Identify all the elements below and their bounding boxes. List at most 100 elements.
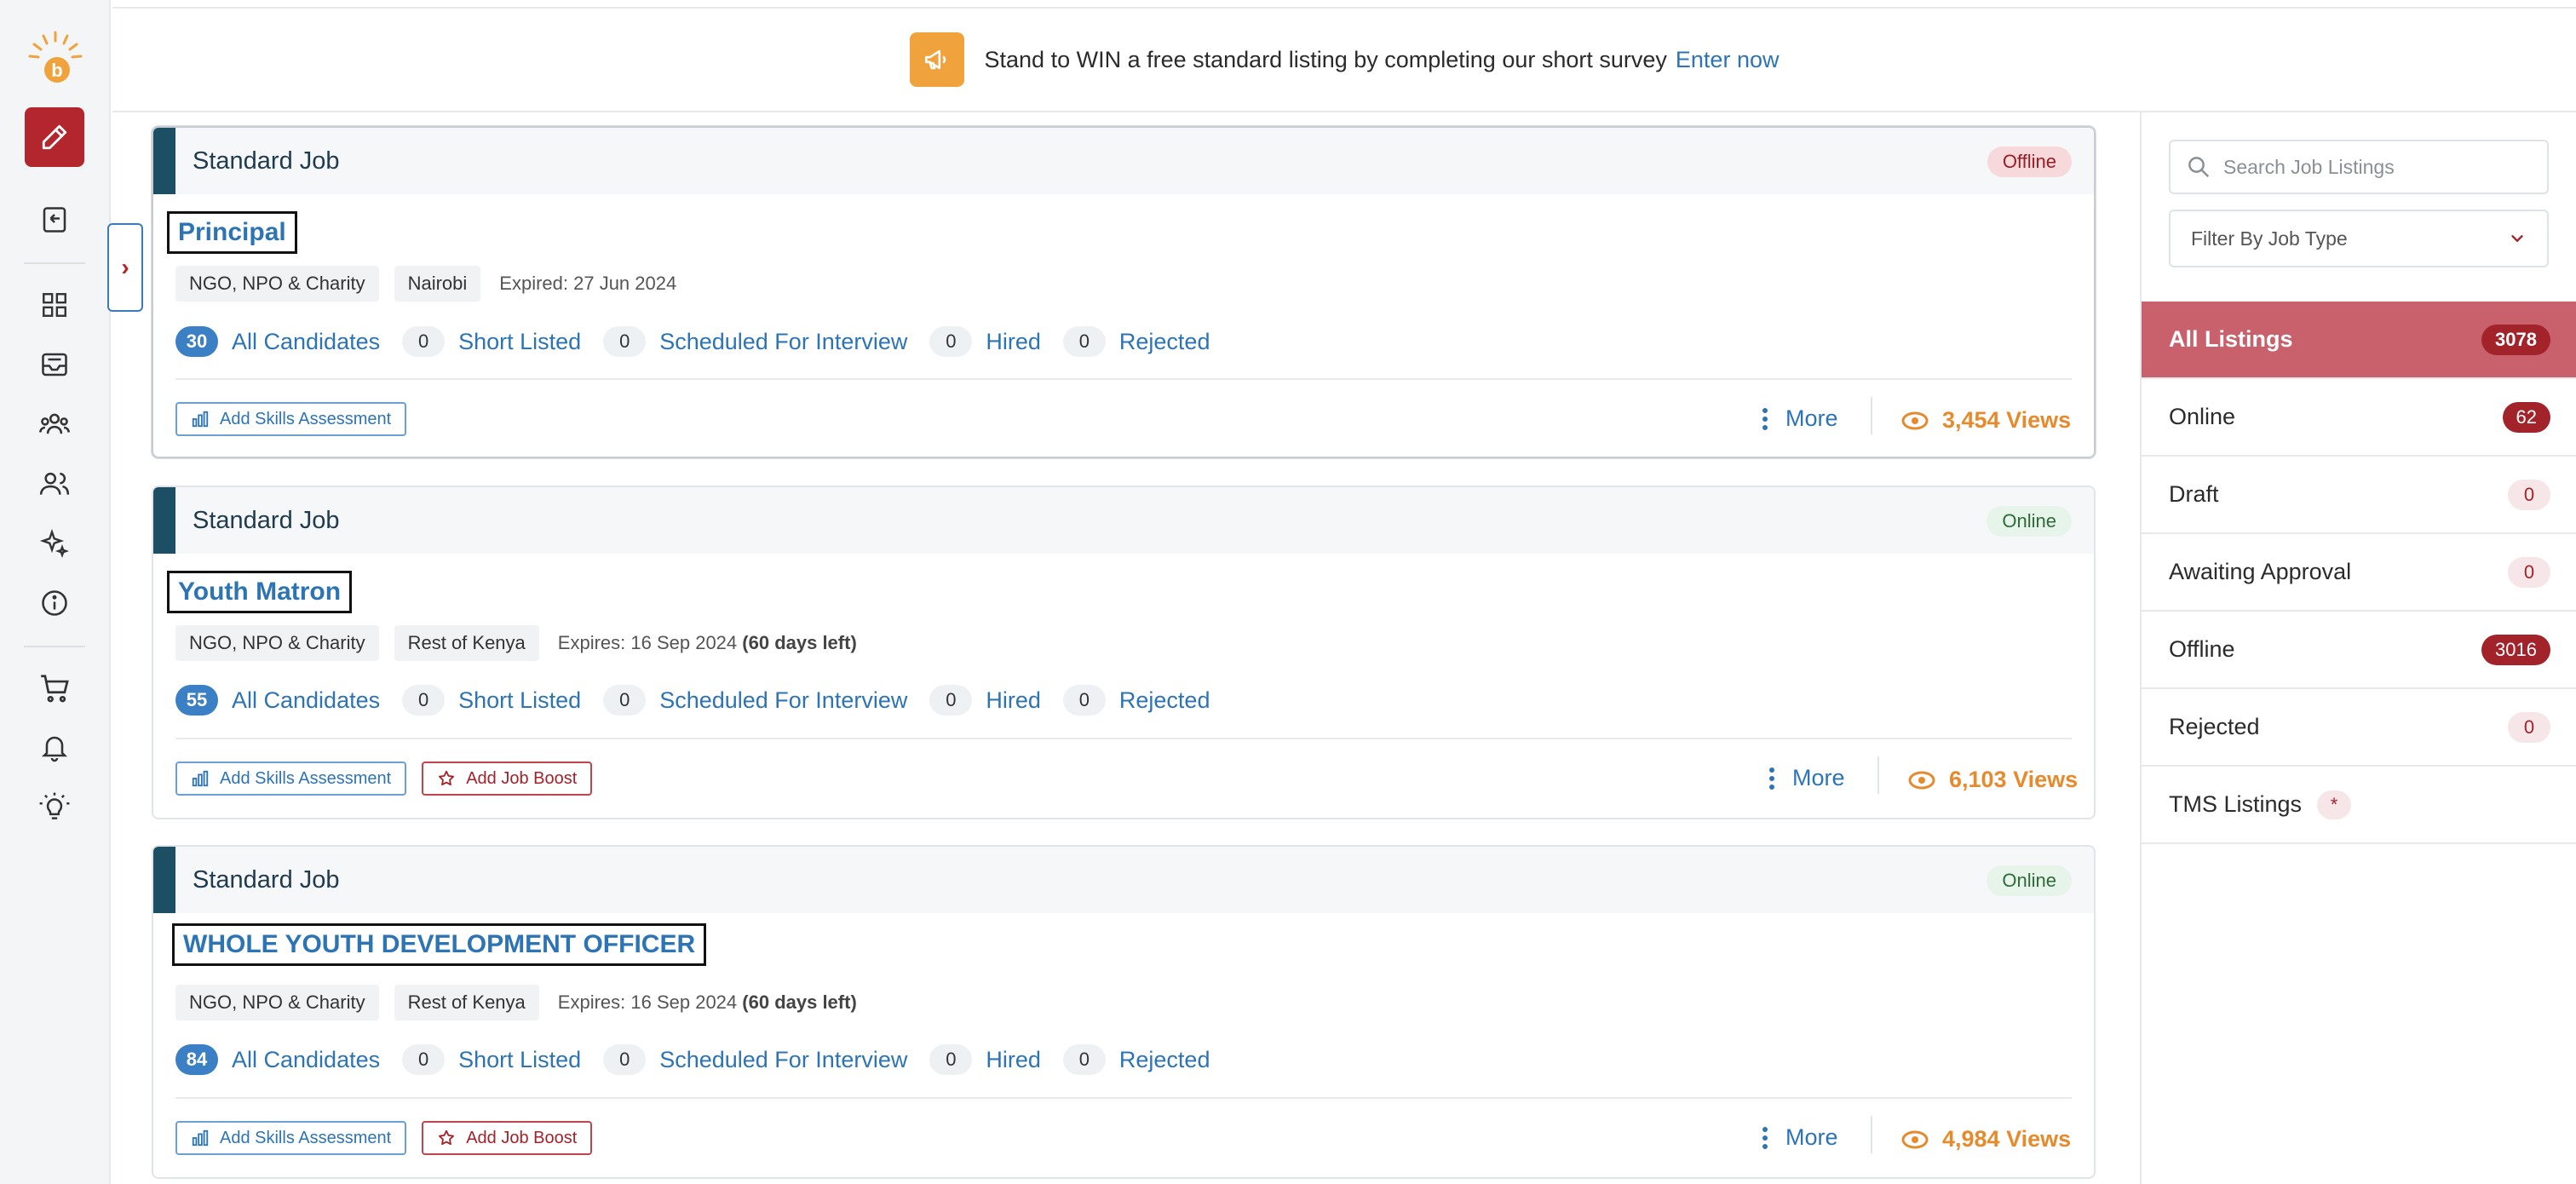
interview-count[interactable]: 0 <box>603 326 647 357</box>
listing-count: * <box>2317 790 2352 819</box>
category-tag: NGO, NPO & Charity <box>175 266 379 302</box>
team-icon[interactable] <box>36 405 73 443</box>
job-history-icon[interactable] <box>36 201 73 239</box>
job-title[interactable]: Principal <box>167 211 297 254</box>
enter-now-link[interactable]: Enter now <box>1676 47 1780 73</box>
actions-separator <box>1871 397 1872 434</box>
add-skills-assessment-button[interactable]: Add Skills Assessment <box>175 402 407 436</box>
kebab-menu-icon <box>1762 407 1768 430</box>
listing-filter-tms[interactable]: TMS Listings * <box>2142 767 2576 844</box>
listing-label: Online <box>2169 404 2236 429</box>
status-badge: Online <box>1987 506 2072 537</box>
listing-count: 0 <box>2508 711 2550 743</box>
short-listed-link[interactable]: Short Listed <box>458 329 581 355</box>
all-candidates-count[interactable]: 55 <box>175 685 218 716</box>
all-candidates-count[interactable]: 30 <box>175 326 218 357</box>
job-card: Standard Job Online Youth Matron NGO, NP… <box>152 486 2096 819</box>
rejected-link[interactable]: Rejected <box>1119 329 1210 355</box>
bell-icon[interactable] <box>36 729 73 767</box>
search-box[interactable]: Search Job Listings <box>2169 140 2549 194</box>
cart-icon[interactable] <box>36 670 73 707</box>
listings-list: All Listings 3078 Online 62 Draft 0 Awai… <box>2142 302 2576 844</box>
hired-link[interactable]: Hired <box>986 687 1041 714</box>
scheduled-interview-link[interactable]: Scheduled For Interview <box>659 1047 907 1073</box>
all-candidates-link[interactable]: All Candidates <box>232 1047 380 1073</box>
job-card-header: Standard Job Online <box>153 487 2094 554</box>
rejected-link[interactable]: Rejected <box>1119 1047 1210 1073</box>
location-tag: Rest of Kenya <box>394 625 539 661</box>
hired-link[interactable]: Hired <box>986 329 1041 355</box>
all-candidates-count[interactable]: 84 <box>175 1044 218 1075</box>
svg-text:b: b <box>51 60 62 81</box>
logo[interactable]: b <box>25 29 84 89</box>
rejected-count[interactable]: 0 <box>1062 326 1106 357</box>
listing-filter-draft[interactable]: Draft 0 <box>2142 457 2576 534</box>
category-tag: NGO, NPO & Charity <box>175 985 379 1020</box>
lightbulb-icon[interactable] <box>36 789 73 826</box>
job-type: Standard Job <box>193 506 340 534</box>
more-button[interactable]: More <box>1760 1124 1838 1151</box>
short-listed-link[interactable]: Short Listed <box>458 1047 581 1073</box>
hired-count[interactable]: 0 <box>929 1044 973 1075</box>
search-input[interactable]: Search Job Listings <box>2223 156 2395 179</box>
listing-filter-online[interactable]: Online 62 <box>2142 379 2576 457</box>
dashboard-grid-icon[interactable] <box>36 286 73 324</box>
hired-count[interactable]: 0 <box>929 326 973 357</box>
interview-count[interactable]: 0 <box>603 1044 647 1075</box>
scheduled-interview-link[interactable]: Scheduled For Interview <box>659 687 907 714</box>
listing-filter-offline[interactable]: Offline 3016 <box>2142 612 2576 689</box>
job-actions: Add Skills Assessment Add Job Boost <box>175 762 607 796</box>
rail-divider <box>24 646 85 647</box>
job-type-filter[interactable]: Filter By Job Type <box>2169 210 2549 267</box>
job-accent-bar <box>153 847 175 913</box>
inbox-icon[interactable] <box>36 346 73 383</box>
hired-count[interactable]: 0 <box>929 685 973 716</box>
add-job-boost-button[interactable]: Add Job Boost <box>422 762 593 796</box>
rejected-link[interactable]: Rejected <box>1119 687 1210 714</box>
all-candidates-link[interactable]: All Candidates <box>232 687 380 714</box>
short-listed-count[interactable]: 0 <box>402 685 446 716</box>
sparkle-icon[interactable] <box>36 525 73 562</box>
rejected-count[interactable]: 0 <box>1062 685 1106 716</box>
listings-panel: Search Job Listings Filter By Job Type A… <box>2140 112 2576 1184</box>
job-card: Standard Job Offline Principal NGO, NPO … <box>152 126 2096 458</box>
listing-filter-rejected[interactable]: Rejected 0 <box>2142 689 2576 767</box>
short-listed-link[interactable]: Short Listed <box>458 687 581 714</box>
location-tag: Nairobi <box>394 266 481 302</box>
chevron-down-icon <box>2511 235 2523 243</box>
users-icon[interactable] <box>36 465 73 503</box>
eye-icon <box>1901 411 1929 429</box>
info-icon[interactable] <box>36 584 73 622</box>
job-title[interactable]: WHOLE YOUTH DEVELOPMENT OFFICER <box>172 923 707 966</box>
actions-separator <box>1871 1116 1872 1153</box>
job-actions: Add Skills Assessment <box>175 402 422 436</box>
hired-link[interactable]: Hired <box>986 1047 1041 1073</box>
expand-sidebar-button[interactable]: › <box>107 223 143 312</box>
star-icon <box>439 1129 455 1146</box>
job-card: Standard Job Online WHOLE YOUTH DEVELOPM… <box>152 845 2096 1179</box>
rejected-count[interactable]: 0 <box>1062 1044 1106 1075</box>
listing-filter-awaiting-approval[interactable]: Awaiting Approval 0 <box>2142 534 2576 612</box>
kebab-menu-icon <box>1762 1126 1768 1149</box>
interview-count[interactable]: 0 <box>603 685 647 716</box>
listing-label: Offline <box>2169 636 2235 662</box>
all-candidates-link[interactable]: All Candidates <box>232 329 380 355</box>
post-job-button[interactable] <box>25 107 84 167</box>
add-job-boost-button[interactable]: Add Job Boost <box>422 1121 593 1155</box>
more-button[interactable]: More <box>1760 405 1838 432</box>
listing-label: Awaiting Approval <box>2169 559 2352 584</box>
job-title[interactable]: Youth Matron <box>167 571 353 613</box>
add-skills-assessment-button[interactable]: Add Skills Assessment <box>175 1121 407 1155</box>
listing-filter-all[interactable]: All Listings 3078 <box>2142 302 2576 379</box>
pencil-icon <box>42 124 67 150</box>
more-button[interactable]: More <box>1767 765 1845 791</box>
expiry-date: Expires: 16 Sep 2024 (60 days left) <box>557 991 857 1013</box>
short-listed-count[interactable]: 0 <box>402 326 446 357</box>
status-badge: Online <box>1987 865 2072 896</box>
add-skills-assessment-button[interactable]: Add Skills Assessment <box>175 762 407 796</box>
job-tags: NGO, NPO & Charity Rest of Kenya Expires… <box>175 985 857 1020</box>
scheduled-interview-link[interactable]: Scheduled For Interview <box>659 329 907 355</box>
short-listed-count[interactable]: 0 <box>402 1044 446 1075</box>
category-tag: NGO, NPO & Charity <box>175 625 379 661</box>
listing-label: Draft <box>2169 481 2219 507</box>
